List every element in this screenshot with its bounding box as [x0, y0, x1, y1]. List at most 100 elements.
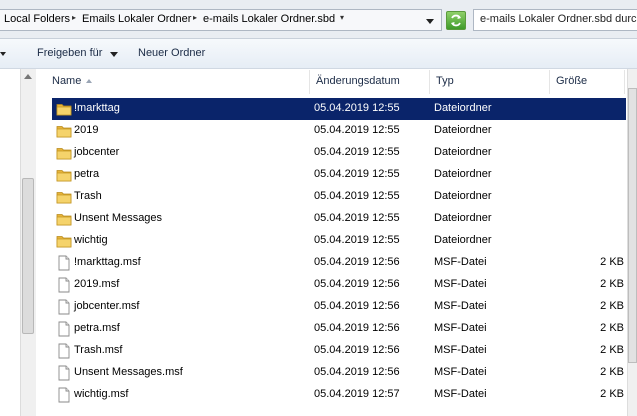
- file-name: jobcenter.msf: [74, 300, 140, 312]
- file-row[interactable]: wichtig.msf 05.04.2019 12:57 MSF-Datei 2 KB: [52, 384, 626, 406]
- file-type: MSF-Datei: [434, 256, 487, 268]
- command-toolbar: Freigeben für Neuer Ordner: [0, 39, 637, 69]
- file-name: wichtig: [74, 234, 108, 246]
- folder-row[interactable]: petra 05.04.2019 12:55 Dateiordner: [52, 164, 626, 186]
- file-date: 05.04.2019 12:56: [314, 256, 400, 268]
- file-icon: [56, 387, 72, 403]
- file-name: Trash: [74, 190, 102, 202]
- file-row[interactable]: Trash.msf 05.04.2019 12:56 MSF-Datei 2 KB: [52, 340, 626, 362]
- file-icon: [56, 365, 72, 381]
- sort-ascending-icon: [86, 79, 92, 83]
- file-size: 2 KB: [600, 278, 624, 290]
- file-type: Dateiordner: [434, 212, 492, 224]
- file-icon: [56, 299, 72, 315]
- file-size: 2 KB: [600, 300, 624, 312]
- file-date: 05.04.2019 12:55: [314, 146, 400, 158]
- file-type: Dateiordner: [434, 190, 492, 202]
- folder-icon: [56, 145, 72, 161]
- file-name: petra.msf: [74, 322, 120, 334]
- file-type: MSF-Datei: [434, 278, 487, 290]
- file-date: 05.04.2019 12:57: [314, 388, 400, 400]
- file-size: 2 KB: [600, 388, 624, 400]
- file-date: 05.04.2019 12:55: [314, 102, 400, 114]
- folder-row[interactable]: jobcenter 05.04.2019 12:55 Dateiordner: [52, 142, 626, 164]
- file-icon: [56, 255, 72, 271]
- file-row[interactable]: jobcenter.msf 05.04.2019 12:56 MSF-Datei 2 …: [52, 296, 626, 318]
- file-type: MSF-Datei: [434, 300, 487, 312]
- file-name: jobcenter: [74, 146, 120, 158]
- file-type: Dateiordner: [434, 234, 492, 246]
- file-name: petra: [74, 168, 100, 180]
- new-folder-button[interactable]: Neuer Ordner: [138, 47, 205, 59]
- file-size: 2 KB: [600, 322, 624, 334]
- file-name: 2019.msf: [74, 278, 120, 290]
- file-icon: [56, 343, 72, 359]
- navigation-pane-scroll-thumb[interactable]: [22, 178, 34, 334]
- file-date: 05.04.2019 12:55: [314, 168, 400, 180]
- breadcrumb-separator-icon[interactable]: ▸: [193, 13, 197, 22]
- breadcrumb-emails-lokaler-ordner[interactable]: Emails Lokaler Ordner: [82, 13, 191, 25]
- file-type: MSF-Datei: [434, 322, 487, 334]
- file-type: Dateiordner: [434, 168, 492, 180]
- breadcrumb-separator-icon[interactable]: ▸: [72, 13, 76, 22]
- file-size: 2 KB: [600, 256, 624, 268]
- folder-row[interactable]: !markttag 05.04.2019 12:55 Dateiordner: [52, 98, 626, 120]
- file-name: Unsent Messages.msf: [74, 366, 183, 378]
- file-row[interactable]: 2019.msf 05.04.2019 12:56 MSF-Datei 2 KB: [52, 274, 626, 296]
- file-name: Unsent Messages: [74, 212, 163, 224]
- folder-row[interactable]: 2019 05.04.2019 12:55 Dateiordner: [52, 120, 626, 142]
- file-name: wichtig.msf: [74, 388, 129, 400]
- refresh-icon: [451, 14, 461, 27]
- breadcrumb-separator-icon[interactable]: ▾: [340, 13, 344, 22]
- column-header-size-label: Größe: [556, 75, 588, 87]
- chevron-down-icon[interactable]: [110, 52, 118, 57]
- column-header-date[interactable]: Änderungsdatum: [310, 70, 430, 94]
- column-header-name-label: Name: [52, 75, 82, 87]
- share-with-button[interactable]: Freigeben für: [37, 47, 102, 59]
- column-header-size[interactable]: Größe: [550, 70, 625, 94]
- refresh-button[interactable]: [446, 11, 466, 30]
- file-type: Dateiordner: [434, 102, 492, 114]
- file-list-scroll-thumb[interactable]: [628, 88, 637, 363]
- file-row[interactable]: Unsent Messages.msf 05.04.2019 12:56 MSF-D…: [52, 362, 626, 384]
- file-date: 05.04.2019 12:55: [314, 234, 400, 246]
- folder-icon: [56, 101, 72, 117]
- folder-row[interactable]: Unsent Messages 05.04.2019 12:55 Dateiordn…: [52, 208, 626, 230]
- file-date: 05.04.2019 12:56: [314, 322, 400, 334]
- file-name: !markttag: [74, 102, 120, 114]
- column-header-type-label: Typ: [436, 75, 454, 87]
- address-bar-row: Local Folders ▸ Emails Lokaler Ordner ▸ …: [0, 0, 637, 39]
- file-icon: [56, 277, 72, 293]
- file-date: 05.04.2019 12:55: [314, 124, 400, 136]
- file-row[interactable]: !markttag.msf 05.04.2019 12:56 MSF-Datei 2 …: [52, 252, 626, 274]
- folder-icon: [56, 167, 72, 183]
- file-type: MSF-Datei: [434, 366, 487, 378]
- file-type: MSF-Datei: [434, 388, 487, 400]
- file-date: 05.04.2019 12:56: [314, 366, 400, 378]
- scroll-up-arrow-icon[interactable]: [24, 74, 32, 79]
- breadcrumb-sbd-folder[interactable]: e-mails Lokaler Ordner.sbd: [203, 13, 335, 25]
- file-date: 05.04.2019 12:56: [314, 300, 400, 312]
- breadcrumb-local-folders[interactable]: Local Folders: [4, 13, 70, 25]
- file-date: 05.04.2019 12:55: [314, 190, 400, 202]
- column-header-type[interactable]: Typ: [430, 70, 550, 94]
- folder-row[interactable]: Trash 05.04.2019 12:55 Dateiordner: [52, 186, 626, 208]
- folder-row[interactable]: wichtig 05.04.2019 12:55 Dateiordner: [52, 230, 626, 252]
- file-size: 2 KB: [600, 366, 624, 378]
- file-icon: [56, 321, 72, 337]
- file-date: 05.04.2019 12:56: [314, 344, 400, 356]
- address-history-dropdown-icon[interactable]: [424, 15, 436, 27]
- column-header-date-label: Änderungsdatum: [316, 75, 400, 87]
- folder-icon: [56, 189, 72, 205]
- search-input[interactable]: e-mails Lokaler Ordner.sbd durch: [473, 9, 637, 31]
- file-date: 05.04.2019 12:55: [314, 212, 400, 224]
- file-row[interactable]: petra.msf 05.04.2019 12:56 MSF-Datei 2 KB: [52, 318, 626, 340]
- file-type: Dateiordner: [434, 124, 492, 136]
- folder-icon: [56, 123, 72, 139]
- file-date: 05.04.2019 12:56: [314, 278, 400, 290]
- address-bar[interactable]: Local Folders ▸ Emails Lokaler Ordner ▸ …: [0, 9, 442, 31]
- column-header-name[interactable]: Name: [46, 70, 310, 94]
- file-size: 2 KB: [600, 344, 624, 356]
- file-name: !markttag.msf: [74, 256, 141, 268]
- file-name: 2019: [74, 124, 99, 136]
